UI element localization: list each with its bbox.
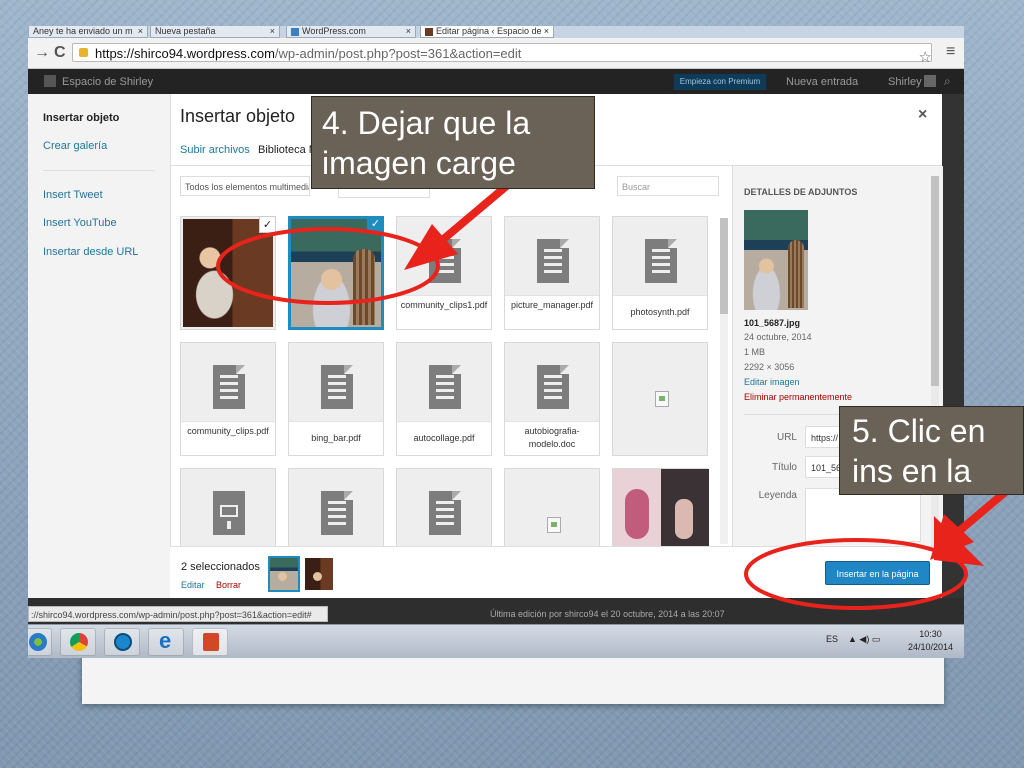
highlight-ellipse-image <box>216 227 440 305</box>
arrow-head-step5-b <box>934 516 984 566</box>
callout-step-4: 4. Dejar que la imagen carge <box>311 96 595 189</box>
callout-step-5: 5. Clic en ins en la pagina <box>839 406 1024 495</box>
